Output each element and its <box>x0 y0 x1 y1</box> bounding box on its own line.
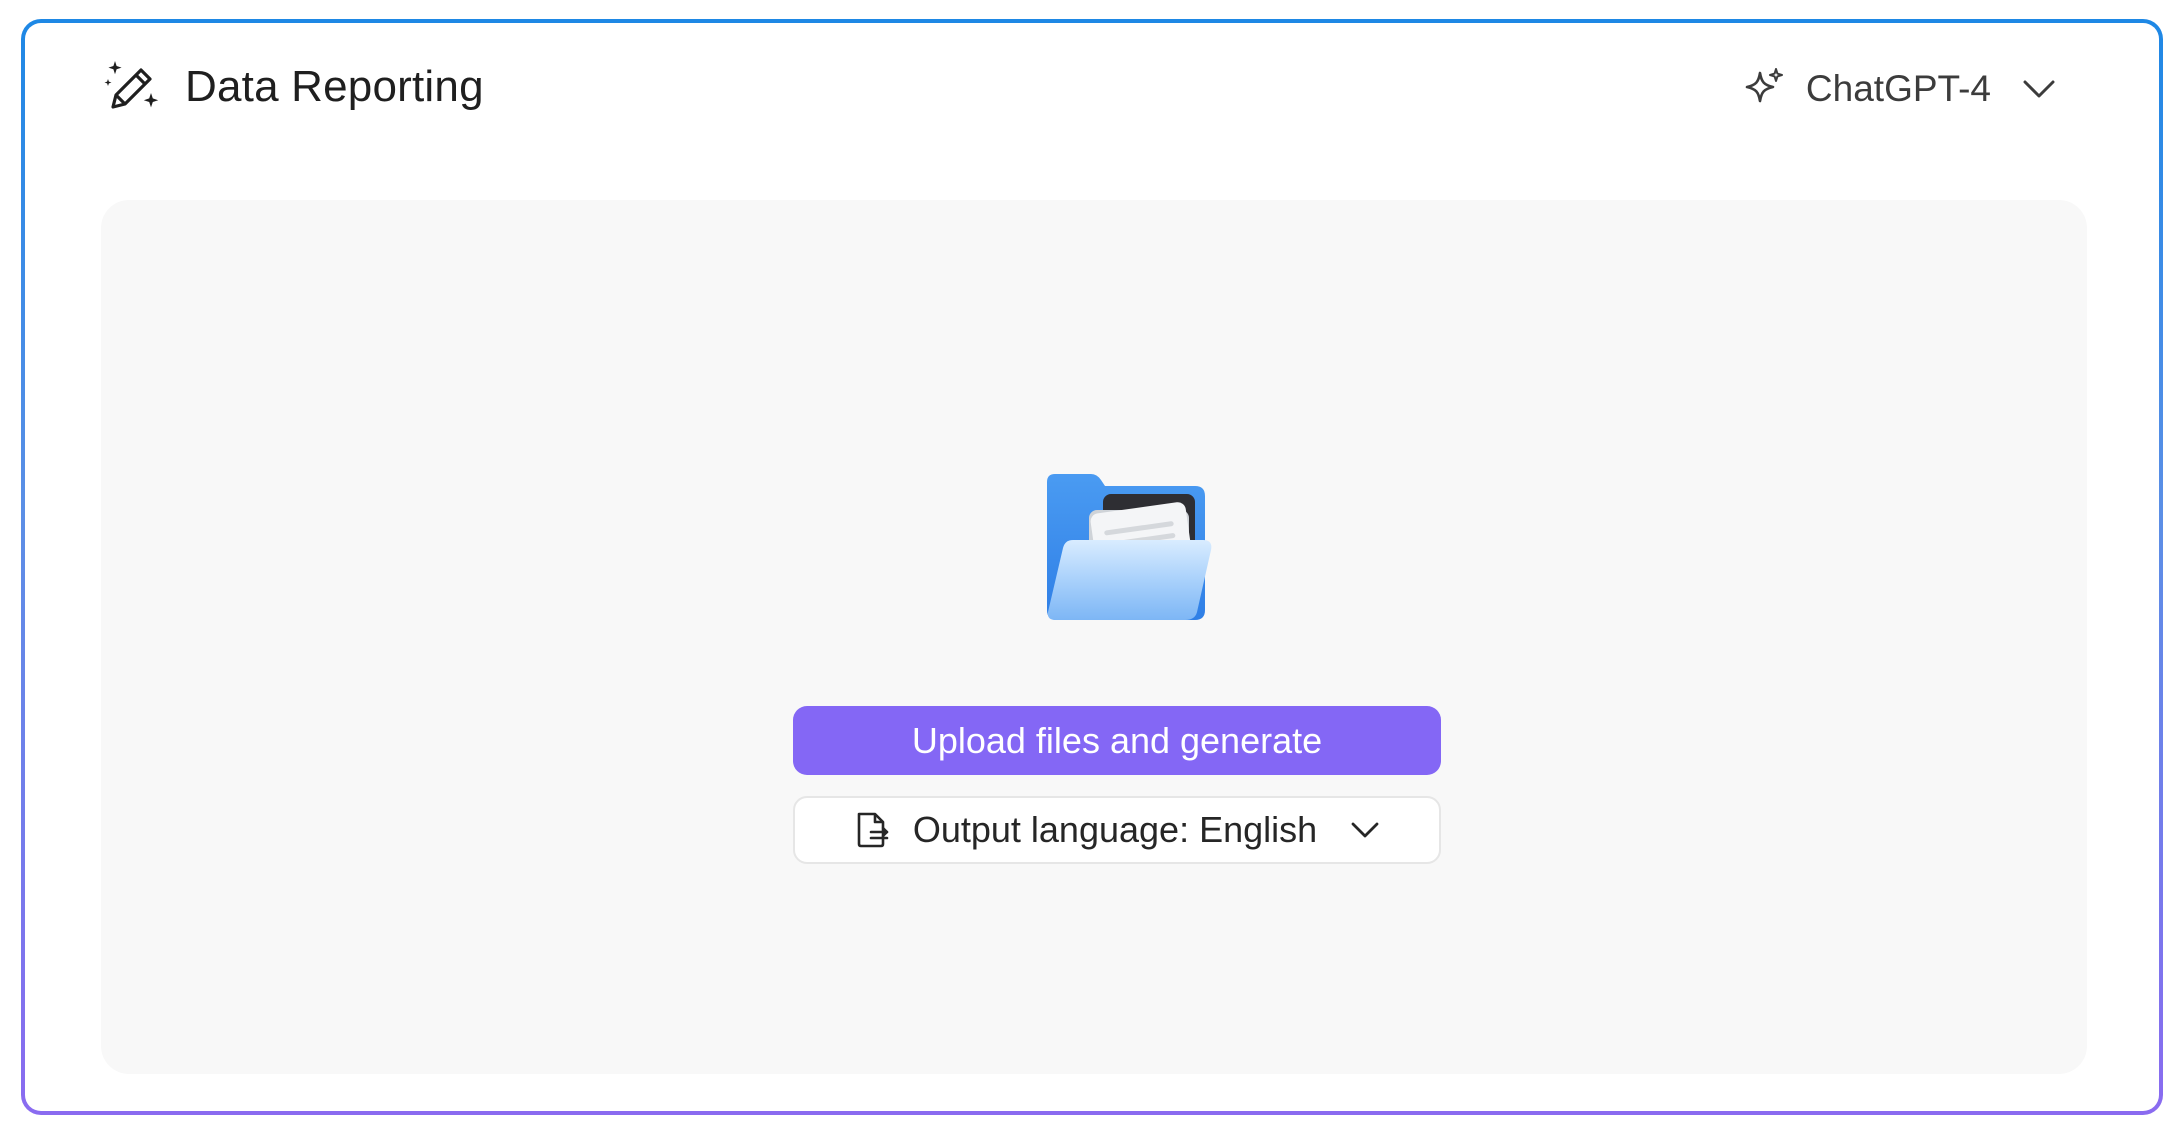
header: Data Reporting ChatGPT-4 <box>25 23 2159 153</box>
app-panel: Data Reporting ChatGPT-4 Upload files an… <box>25 23 2159 1111</box>
document-translate-icon <box>857 812 889 848</box>
model-label: ChatGPT-4 <box>1805 68 1991 109</box>
model-selector[interactable]: ChatGPT-4 <box>1740 63 2059 115</box>
chevron-down-icon <box>2023 80 2055 98</box>
page-title: Data Reporting <box>185 62 484 111</box>
output-language-label: Output language: English <box>912 809 1318 850</box>
open-folder-icon <box>1047 474 1212 620</box>
sparkle-icon <box>1745 68 1783 103</box>
app-frame: Data Reporting ChatGPT-4 Upload files an… <box>21 19 2163 1115</box>
magic-pencil-icon <box>104 61 159 109</box>
chevron-down-icon <box>1351 822 1379 838</box>
upload-and-generate-button[interactable]: Upload files and generate <box>793 706 1441 775</box>
upload-dropzone[interactable] <box>101 200 2087 1074</box>
output-language-select[interactable]: Output language: English <box>793 796 1441 864</box>
